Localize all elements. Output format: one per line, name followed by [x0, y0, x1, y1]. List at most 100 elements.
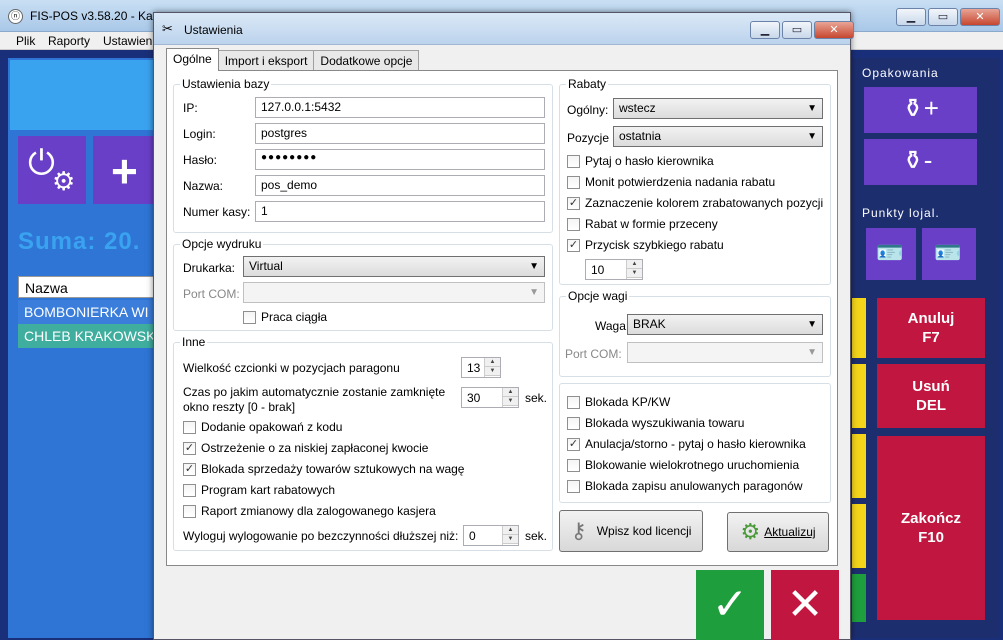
drukarka-select[interactable]: Virtual ▼ — [243, 256, 545, 277]
close-icon[interactable]: ✕ — [814, 21, 854, 39]
nazwa-field[interactable]: pos_demo — [255, 175, 545, 196]
czas-label-line1: Czas po jakim automatycznie zostanie zam… — [183, 385, 446, 399]
arrow-up-icon[interactable]: ▲ — [485, 358, 500, 367]
suma-label: Suma: 20. — [18, 228, 141, 255]
checkbox-box — [567, 175, 580, 189]
waga-port-com-select[interactable]: ▼ — [627, 342, 823, 363]
list-item[interactable]: BOMBONIERKA WI — [18, 300, 158, 324]
checkbox-box — [183, 483, 196, 497]
tab-bar: Ogólne Import i eksport Dodatkowe opcje — [166, 48, 420, 71]
blokada-sprzedazy-checkbox[interactable]: ✓ Blokada sprzedaży towarów sztukowych n… — [183, 462, 464, 476]
ogolny-select[interactable]: wstecz ▼ — [613, 98, 823, 119]
checkbox-label: Przycisk szybkiego rabatu — [585, 238, 724, 252]
zakoncz-button[interactable]: Zakończ F10 — [877, 436, 985, 620]
settings-power-tile[interactable]: ⏻ ⚙ — [18, 136, 86, 204]
stepper-arrows[interactable]: ▲ ▼ — [502, 526, 518, 545]
close-icon[interactable]: ✕ — [960, 8, 1000, 26]
update-button-label: Aktualizuj — [764, 525, 816, 539]
checkbox-box — [567, 458, 580, 472]
dialog-titlebar: ✂ Ustawienia ▁ ▭ ✕ — [154, 13, 854, 45]
monit-potwierdzenia-checkbox[interactable]: Monit potwierdzenia nadania rabatu — [567, 175, 775, 189]
tab-ogolne[interactable]: Ogólne — [166, 48, 219, 71]
arrow-down-icon[interactable]: ▼ — [627, 269, 642, 278]
haslo-label: Hasło: — [183, 153, 218, 167]
group-legend: Inne — [182, 335, 206, 349]
rabat-przeceny-checkbox[interactable]: Rabat w formie przeceny — [567, 217, 718, 231]
blokada-zapisu-checkbox[interactable]: Blokada zapisu anulowanych paragonów — [567, 479, 802, 493]
wielkosc-czcionki-stepper[interactable]: 13 ▲ ▼ — [461, 357, 501, 378]
numer-kasy-field[interactable]: 1 — [255, 201, 545, 222]
confirm-button[interactable]: ✓ — [696, 570, 764, 640]
tab-import-eksport[interactable]: Import i eksport — [217, 50, 315, 71]
blokada-wyszukiwania-checkbox[interactable]: Blokada wyszukiwania towaru — [567, 416, 744, 430]
arrow-up-icon[interactable]: ▲ — [503, 526, 518, 535]
zakoncz-label: Zakończ — [900, 510, 961, 527]
dialog-window-controls: ▁ ▭ ✕ — [750, 21, 854, 39]
szybki-rabat-stepper[interactable]: 10 ▲ ▼ — [585, 259, 643, 280]
anuluj-button[interactable]: Anuluj F7 — [877, 298, 985, 358]
wyloguj-stepper[interactable]: 0 ▲ ▼ — [463, 525, 519, 546]
arrow-down-icon[interactable]: ▼ — [485, 367, 500, 376]
list-item[interactable]: CHLEB KRAKOWSK — [18, 324, 158, 348]
group-legend: Ustawienia bazy — [182, 77, 270, 91]
stepper-arrows[interactable]: ▲ ▼ — [484, 358, 500, 377]
checkbox-box — [567, 395, 580, 409]
minimize-icon[interactable]: ▁ — [896, 8, 926, 26]
checkbox-label: Ostrzeżenie o za niskiej zapłaconej kwoc… — [201, 441, 429, 455]
remove-packaging-button[interactable]: ⚱- — [864, 139, 977, 185]
pytaj-haslo-checkbox[interactable]: Pytaj o hasło kierownika — [567, 154, 714, 168]
menu-raporty[interactable]: Raporty — [48, 34, 90, 48]
yellow-indicator — [852, 504, 866, 568]
arrow-up-icon[interactable]: ▲ — [627, 260, 642, 269]
checkbox-box — [183, 420, 196, 434]
blokada-kpkw-checkbox[interactable]: Blokada KP/KW — [567, 395, 670, 409]
anuluj-label: Anuluj — [907, 310, 955, 327]
praca-ciagla-checkbox[interactable]: Praca ciągła — [243, 310, 327, 324]
stepper-arrows[interactable]: ▲ ▼ — [502, 388, 518, 407]
loyalty-card-button[interactable]: 🪪 — [922, 228, 976, 280]
x-icon: ✕ — [786, 580, 824, 629]
arrow-up-icon[interactable]: ▲ — [503, 388, 518, 397]
loyalty-card-check-button[interactable]: 🪪 — [866, 228, 916, 280]
program-kart-checkbox[interactable]: Program kart rabatowych — [183, 483, 335, 497]
chevron-down-icon: ▼ — [529, 261, 539, 272]
chevron-down-icon: ▼ — [807, 319, 817, 330]
czas-stepper[interactable]: 30 ▲ ▼ — [461, 387, 519, 408]
menu-plik[interactable]: Plik — [16, 34, 35, 48]
checkbox-label: Blokada sprzedaży towarów sztukowych na … — [201, 462, 465, 476]
yellow-indicator — [852, 298, 866, 358]
maximize-icon[interactable]: ▭ — [782, 21, 812, 39]
add-packaging-button[interactable]: ⚱+ — [864, 87, 977, 133]
update-button[interactable]: ⚙ Aktualizuj — [727, 512, 829, 552]
blokowanie-uruchomienia-checkbox[interactable]: Blokowanie wielokrotnego uruchomienia — [567, 458, 799, 472]
checkbox-label: Rabat w formie przeceny — [585, 217, 718, 231]
license-code-button[interactable]: ⚷ Wpisz kod licencji — [559, 510, 703, 552]
ostrzezenie-checkbox[interactable]: ✓ Ostrzeżenie o za niskiej zapłaconej kw… — [183, 441, 428, 455]
szybki-rabat-checkbox[interactable]: ✓ Przycisk szybkiego rabatu — [567, 238, 724, 252]
login-field[interactable]: postgres — [255, 123, 545, 144]
minimize-icon[interactable]: ▁ — [750, 21, 780, 39]
arrow-down-icon[interactable]: ▼ — [503, 535, 518, 544]
key-icon: ⚷ — [570, 518, 587, 543]
maximize-icon[interactable]: ▭ — [928, 8, 958, 26]
menu-ustawienia[interactable]: Ustawien — [103, 34, 152, 48]
cancel-button[interactable]: ✕ — [771, 570, 839, 640]
usun-button[interactable]: Usuń DEL — [877, 364, 985, 428]
usun-key: DEL — [916, 397, 946, 414]
anulacja-storno-checkbox[interactable]: ✓ Anulacja/storno - pytaj o hasło kierow… — [567, 437, 806, 451]
checkbox-label: Blokada wyszukiwania towaru — [585, 416, 745, 430]
zaznaczenie-kolorem-checkbox[interactable]: ✓ Zaznaczenie kolorem zrabatowanych pozy… — [567, 196, 823, 210]
dodanie-opakowan-checkbox[interactable]: Dodanie opakowań z kodu — [183, 420, 342, 434]
stepper-arrows[interactable]: ▲ ▼ — [626, 260, 642, 279]
raport-zmianowy-checkbox[interactable]: Raport zmianowy dla zalogowanego kasjera — [183, 504, 436, 518]
arrow-down-icon[interactable]: ▼ — [503, 397, 518, 406]
port-com-select[interactable]: ▼ — [243, 282, 545, 303]
waga-value: BRAK — [633, 317, 666, 331]
tab-dodatkowe-opcje[interactable]: Dodatkowe opcje — [313, 50, 420, 71]
password-field[interactable]: ●●●●●●●● — [255, 149, 545, 170]
checkbox-label: Monit potwierdzenia nadania rabatu — [585, 175, 776, 189]
ip-field[interactable]: 127.0.0.1:5432 — [255, 97, 545, 118]
waga-select[interactable]: BRAK ▼ — [627, 314, 823, 335]
pozycje-select[interactable]: ostatnia ▼ — [613, 126, 823, 147]
add-item-tile[interactable]: + — [93, 136, 161, 204]
